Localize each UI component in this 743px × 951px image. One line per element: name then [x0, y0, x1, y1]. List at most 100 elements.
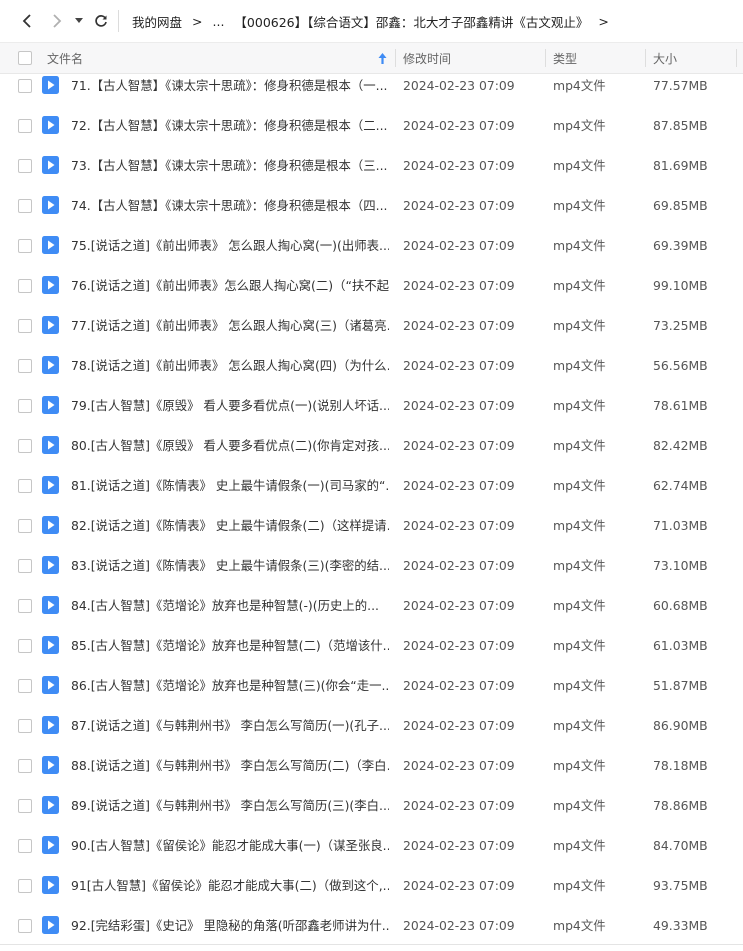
file-size: 71.03MB: [653, 517, 708, 533]
file-name[interactable]: 92.[完结彩蛋]《史记》 里隐秘的角落(听邵鑫老师讲为什...: [71, 905, 389, 945]
file-type: mp4文件: [553, 118, 606, 133]
forward-button[interactable]: [46, 10, 68, 32]
table-row[interactable]: 84.[古人智慧]《范增论》放弃也是种智慧(-)(历史上的... 2024-02-…: [0, 585, 743, 625]
video-file-icon: [42, 196, 59, 214]
table-row[interactable]: 77.[说话之道]《前出师表》 怎么跟人掏心窝(三)（诸葛亮... 2024-02…: [0, 305, 743, 345]
breadcrumb-ellipsis[interactable]: ...: [213, 14, 225, 29]
navigation-bar: 我的网盘 > ... 【000626】【综合语文】邵鑫：北大才子邵鑫精讲《古文观…: [0, 0, 743, 42]
row-checkbox[interactable]: [18, 279, 32, 293]
file-modified-time: 2024-02-23 07:09: [403, 477, 515, 493]
row-checkbox[interactable]: [18, 199, 32, 213]
file-name[interactable]: 86.[古人智慧]《范增论》放弃也是种智慧(三)(你会“走一...: [71, 665, 389, 705]
row-checkbox[interactable]: [18, 679, 32, 693]
table-row[interactable]: 87.[说话之道]《与韩荆州书》 李白怎么写简历(一)(孔子... 2024-02…: [0, 705, 743, 745]
row-checkbox[interactable]: [18, 599, 32, 613]
table-row[interactable]: 83.[说话之道]《陈情表》 史上最牛请假条(三)(李密的结... 2024-02…: [0, 545, 743, 585]
row-checkbox[interactable]: [18, 719, 32, 733]
row-checkbox[interactable]: [18, 399, 32, 413]
file-type: mp4文件: [553, 478, 606, 493]
video-file-icon: [42, 916, 59, 934]
file-type: mp4文件: [553, 598, 606, 613]
file-modified-time: 2024-02-23 07:09: [403, 917, 515, 933]
file-name[interactable]: 85.[古人智慧]《范增论》放弃也是种智慧(二)（范增该什...: [71, 625, 389, 665]
video-file-icon: [42, 396, 59, 414]
row-checkbox[interactable]: [18, 839, 32, 853]
select-all-checkbox[interactable]: [18, 51, 32, 65]
file-modified-time: 2024-02-23 07:09: [403, 597, 515, 613]
table-row[interactable]: 78.[说话之道]《前出师表》 怎么跟人掏心窝(四)（为什么... 2024-02…: [0, 345, 743, 385]
file-name[interactable]: 81.[说话之道]《陈情表》 史上最牛请假条(一)(司马家的“...: [71, 465, 389, 505]
table-row[interactable]: 79.[古人智慧]《原毁》 看人要多看优点(一)(说别人坏话... 2024-02…: [0, 385, 743, 425]
table-row[interactable]: 82.[说话之道]《陈情表》 史上最牛请假条(二)（这样提请... 2024-02…: [0, 505, 743, 545]
file-name[interactable]: 91[古人智慧]《留侯论》能忍才能成大事(二)（做到这个,...: [71, 865, 389, 905]
row-checkbox[interactable]: [18, 119, 32, 133]
file-size: 87.85MB: [653, 117, 708, 133]
table-row[interactable]: 92.[完结彩蛋]《史记》 里隐秘的角落(听邵鑫老师讲为什... 2024-02-…: [0, 905, 743, 945]
file-name[interactable]: 89.[说话之道]《与韩荆州书》 李白怎么写简历(三)(李白...: [71, 785, 389, 825]
file-size: 60.68MB: [653, 597, 708, 613]
row-checkbox[interactable]: [18, 799, 32, 813]
table-row[interactable]: 80.[古人智慧]《原毁》 看人要多看优点(二)(你肯定对孩... 2024-02…: [0, 425, 743, 465]
table-row[interactable]: 88.[说话之道]《与韩荆州书》 李白怎么写简历(二)（李白... 2024-02…: [0, 745, 743, 785]
row-checkbox[interactable]: [18, 879, 32, 893]
file-name[interactable]: 83.[说话之道]《陈情表》 史上最牛请假条(三)(李密的结...: [71, 545, 389, 585]
video-file-icon: [42, 596, 59, 614]
row-checkbox[interactable]: [18, 919, 32, 933]
arrow-left-icon: [22, 14, 31, 28]
file-name[interactable]: 82.[说话之道]《陈情表》 史上最牛请假条(二)（这样提请...: [71, 505, 389, 545]
file-name[interactable]: 75.[说话之道]《前出师表》 怎么跟人掏心窝(一)(出师表...: [71, 225, 389, 265]
file-name[interactable]: 77.[说话之道]《前出师表》 怎么跟人掏心窝(三)（诸葛亮...: [71, 305, 389, 345]
row-checkbox[interactable]: [18, 439, 32, 453]
file-modified-time: 2024-02-23 07:09: [403, 677, 515, 693]
refresh-icon: [95, 15, 107, 27]
table-row[interactable]: 85.[古人智慧]《范增论》放弃也是种智慧(二)（范增该什... 2024-02-…: [0, 625, 743, 665]
file-type: mp4文件: [553, 838, 606, 853]
table-row[interactable]: 81.[说话之道]《陈情表》 史上最牛请假条(一)(司马家的“... 2024-0…: [0, 465, 743, 505]
file-size: 81.69MB: [653, 157, 708, 173]
file-name[interactable]: 87.[说话之道]《与韩荆州书》 李白怎么写简历(一)(孔子...: [71, 705, 389, 745]
breadcrumb-current-folder[interactable]: 【000626】【综合语文】邵鑫：北大才子邵鑫精讲《古文观止》: [234, 12, 588, 31]
table-row[interactable]: 86.[古人智慧]《范增论》放弃也是种智慧(三)(你会“走一... 2024-02…: [0, 665, 743, 705]
history-dropdown-button[interactable]: [72, 10, 86, 32]
row-checkbox[interactable]: [18, 519, 32, 533]
file-modified-time: 2024-02-23 07:09: [403, 797, 515, 813]
table-row[interactable]: 75.[说话之道]《前出师表》 怎么跟人掏心窝(一)(出师表... 2024-02…: [0, 225, 743, 265]
file-name[interactable]: 88.[说话之道]《与韩荆州书》 李白怎么写简历(二)（李白...: [71, 745, 389, 785]
file-name[interactable]: 78.[说话之道]《前出师表》 怎么跟人掏心窝(四)（为什么...: [71, 345, 389, 385]
file-type: mp4文件: [553, 518, 606, 533]
table-row[interactable]: 89.[说话之道]《与韩荆州书》 李白怎么写简历(三)(李白... 2024-02…: [0, 785, 743, 825]
row-checkbox[interactable]: [18, 359, 32, 373]
file-name[interactable]: 79.[古人智慧]《原毁》 看人要多看优点(一)(说别人坏话...: [71, 385, 389, 425]
file-name[interactable]: 76.[说话之道]《前出师表》怎么跟人掏心窝(二)（“扶不起...: [71, 265, 389, 305]
table-row[interactable]: 74.【古人智慧】《谏太宗十思疏》：修身积德是根本（四... 2024-02-23…: [0, 185, 743, 225]
file-modified-time: 2024-02-23 07:09: [403, 357, 515, 373]
table-row[interactable]: 73.【古人智慧】《谏太宗十思疏》：修身积德是根本（三... 2024-02-23…: [0, 145, 743, 185]
row-checkbox[interactable]: [18, 559, 32, 573]
table-row[interactable]: 76.[说话之道]《前出师表》怎么跟人掏心窝(二)（“扶不起... 2024-02…: [0, 265, 743, 305]
back-button[interactable]: [16, 10, 38, 32]
table-row[interactable]: 71.【古人智慧】《谏太宗十思疏》：修身积德是根本（一... 2024-02-23…: [0, 65, 743, 105]
file-name[interactable]: 90.[古人智慧]《留侯论》能忍才能成大事(一)（谋圣张良...: [71, 825, 389, 865]
row-checkbox[interactable]: [18, 79, 32, 93]
row-checkbox[interactable]: [18, 479, 32, 493]
file-name[interactable]: 80.[古人智慧]《原毁》 看人要多看优点(二)(你肯定对孩...: [71, 425, 389, 465]
file-name[interactable]: 71.【古人智慧】《谏太宗十思疏》：修身积德是根本（一...: [71, 65, 389, 105]
file-name[interactable]: 72.【古人智慧】《谏太宗十思疏》：修身积德是根本（二...: [71, 105, 389, 145]
file-size: 49.33MB: [653, 917, 708, 933]
file-type: mp4文件: [553, 198, 606, 213]
file-name[interactable]: 74.【古人智慧】《谏太宗十思疏》：修身积德是根本（四...: [71, 185, 389, 225]
refresh-button[interactable]: [92, 10, 110, 32]
table-row[interactable]: 91[古人智慧]《留侯论》能忍才能成大事(二)（做到这个,... 2024-02-…: [0, 865, 743, 905]
row-checkbox[interactable]: [18, 239, 32, 253]
file-size: 82.42MB: [653, 437, 708, 453]
row-checkbox[interactable]: [18, 159, 32, 173]
row-checkbox[interactable]: [18, 759, 32, 773]
table-row[interactable]: 90.[古人智慧]《留侯论》能忍才能成大事(一)（谋圣张良... 2024-02-…: [0, 825, 743, 865]
row-checkbox[interactable]: [18, 319, 32, 333]
table-row[interactable]: 72.【古人智慧】《谏太宗十思疏》：修身积德是根本（二... 2024-02-23…: [0, 105, 743, 145]
breadcrumb-root[interactable]: 我的网盘: [132, 12, 182, 31]
file-name[interactable]: 84.[古人智慧]《范增论》放弃也是种智慧(-)(历史上的...: [71, 585, 389, 625]
row-checkbox[interactable]: [18, 639, 32, 653]
file-modified-time: 2024-02-23 07:09: [403, 837, 515, 853]
file-name[interactable]: 73.【古人智慧】《谏太宗十思疏》：修身积德是根本（三...: [71, 145, 389, 185]
